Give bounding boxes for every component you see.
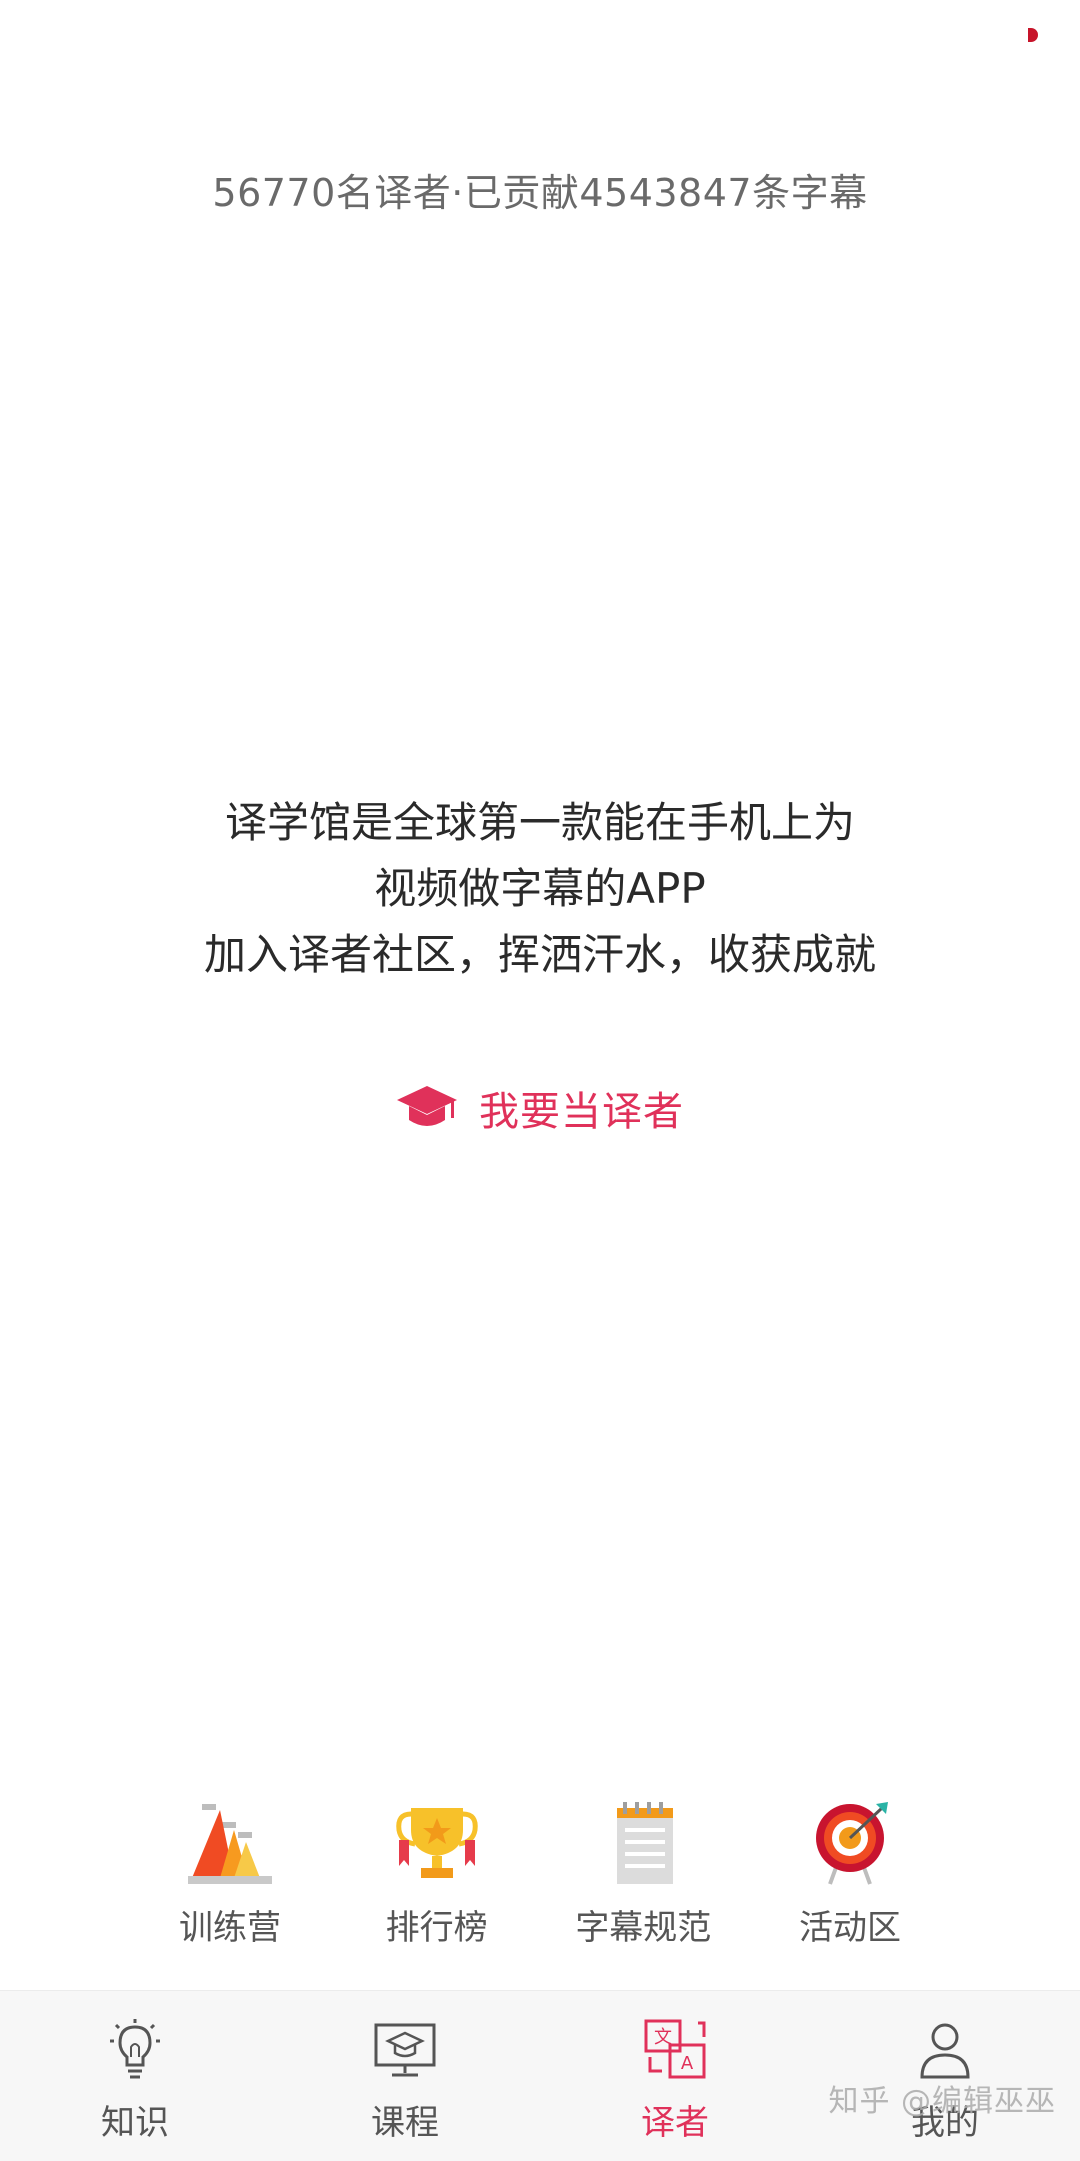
course-monitor-icon [374,2023,436,2077]
nav-label: 译者 [641,2103,709,2143]
feature-label: 字幕规范 [575,1908,712,1948]
nav-label: 知识 [101,2103,169,2143]
translator-stats: 56770名译者·已贡献4543847条字幕 [212,171,868,215]
status-indicator-dot [1028,28,1038,42]
translate-icon: 文 A [644,2019,706,2079]
nav-item-translators[interactable]: 文 A 译者 [540,1991,810,2161]
nav-item-knowledge[interactable]: 知识 [0,1991,270,2161]
feature-label: 训练营 [179,1908,281,1948]
become-translator-label: 我要当译者 [479,1089,684,1135]
graduation-cap-icon [397,1086,457,1126]
intro-line-1: 译学馆是全球第一款能在手机上为 [224,798,855,847]
intro-line-2: 视频做字幕的APP [374,864,706,913]
feature-activity-zone[interactable]: 活动区 [750,1800,950,1960]
user-icon [920,2023,970,2079]
nav-item-courses[interactable]: 课程 [270,1991,540,2161]
training-camp-icon [188,1804,272,1884]
trophy-icon [395,1808,478,1878]
intro-line-3: 加入译者社区，挥洒汗水，收获成就 [203,930,876,979]
feature-label: 活动区 [798,1908,901,1948]
notepad-icon [617,1802,674,1884]
feature-leaderboard[interactable]: 排行榜 [337,1800,537,1960]
feature-training-camp[interactable]: 训练营 [130,1800,330,1960]
watermark: 知乎 @编辑巫巫 [828,2084,1056,2119]
feature-subtitle-guide[interactable]: 字幕规范 [543,1800,743,1960]
become-translator-button[interactable]: 我要当译者 [395,1075,684,1141]
target-icon [815,1802,888,1885]
svg-text:A: A [681,2053,694,2074]
lightbulb-icon [110,2019,160,2079]
nav-label: 课程 [371,2103,439,2143]
feature-grid: 训练营 排行榜 字幕规范 活动区 [130,1800,950,1960]
intro-text: 译学馆是全球第一款能在手机上为 视频做字幕的APP 加入译者社区，挥洒汗水，收获… [0,790,1080,988]
feature-label: 排行榜 [385,1908,488,1948]
